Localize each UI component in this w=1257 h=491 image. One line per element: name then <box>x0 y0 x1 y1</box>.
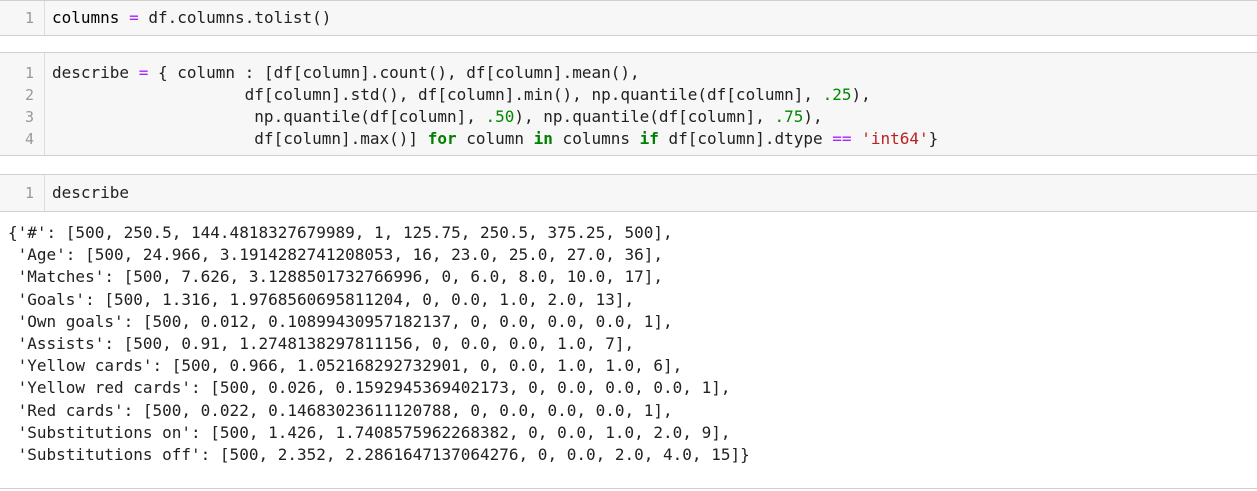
code-token: } <box>928 129 939 148</box>
line-number: 2 <box>24 86 34 104</box>
code-editor[interactable]: describe <box>52 182 129 204</box>
code-number: .50 <box>485 107 515 126</box>
line-number: 1 <box>24 184 34 202</box>
code-token: ), np.quantile(df[column], <box>514 107 775 126</box>
line-number-gutter: 1 <box>0 175 45 211</box>
code-cell-columns[interactable]: 1 columns = df.columns.tolist() <box>0 0 1257 36</box>
code-operator: = <box>129 8 139 27</box>
code-token: ), <box>851 85 871 104</box>
line-number: 1 <box>24 64 34 82</box>
code-operator: == <box>832 129 852 148</box>
code-string: 'int64' <box>861 129 929 148</box>
line-number-gutter: 1 <box>0 1 45 35</box>
code-token: describe <box>52 63 130 82</box>
code-token: np.quantile(df[column], <box>254 107 486 126</box>
output-line: 'Red cards': [500, 0.022, 0.146830236111… <box>8 400 673 420</box>
line-number: 4 <box>24 130 34 148</box>
line-number: 1 <box>24 9 34 27</box>
code-token: columns <box>52 8 120 27</box>
code-token: { column : [df[column].count(), df[colum… <box>157 63 640 82</box>
code-token: df[column].max()] <box>254 129 428 148</box>
code-token: columns <box>552 129 640 148</box>
output-line: 'Assists': [500, 0.91, 1.274813829781115… <box>8 334 635 354</box>
code-operator: = <box>138 63 149 82</box>
code-editor[interactable]: describe = { column : [df[column].count(… <box>52 62 938 150</box>
output-line: {'#': [500, 250.5, 144.4818327679989, 1,… <box>8 223 673 242</box>
code-keyword: if <box>639 129 659 148</box>
line-number: 3 <box>24 108 34 126</box>
code-token: df.columns.tolist() <box>148 8 332 27</box>
code-token: df[column].std(), df[column].min(), np.q… <box>244 85 823 104</box>
code-number: .25 <box>822 85 852 104</box>
line-number-gutter: 1 2 3 4 <box>0 53 45 155</box>
code-keyword: for <box>427 129 457 148</box>
code-editor[interactable]: columns = df.columns.tolist() <box>52 7 331 29</box>
code-number: .75 <box>774 107 804 126</box>
output-line: 'Yellow cards': [500, 0.966, 1.052168292… <box>8 356 683 376</box>
output-line: 'Own goals': [500, 0.012, 0.108994309571… <box>8 311 673 331</box>
cell-output: {'#': [500, 250.5, 144.4818327679989, 1,… <box>0 222 1257 466</box>
output-line: 'Substitutions off': [500, 2.352, 2.2861… <box>8 445 750 465</box>
code-token: df[column].dtype <box>658 129 833 148</box>
code-token: column <box>456 129 534 148</box>
code-keyword: in <box>533 129 553 148</box>
output-line: 'Age': [500, 24.966, 3.1914282741208053,… <box>8 245 664 265</box>
code-token: ), <box>803 107 823 126</box>
output-line: 'Goals': [500, 1.316, 1.9768560695811204… <box>8 289 635 309</box>
code-cell-describe-dict[interactable]: 1 2 3 4 describe = { column : [df[column… <box>0 52 1257 156</box>
output-line: 'Matches': [500, 7.626, 3.12885017327669… <box>8 267 664 287</box>
output-line: 'Substitutions on': [500, 1.426, 1.74085… <box>8 422 731 442</box>
cell-divider <box>0 488 1257 489</box>
code-token: describe <box>52 183 130 202</box>
code-cell-describe-output[interactable]: 1 describe <box>0 174 1257 212</box>
output-line: 'Yellow red cards': [500, 0.026, 0.15929… <box>8 378 731 398</box>
